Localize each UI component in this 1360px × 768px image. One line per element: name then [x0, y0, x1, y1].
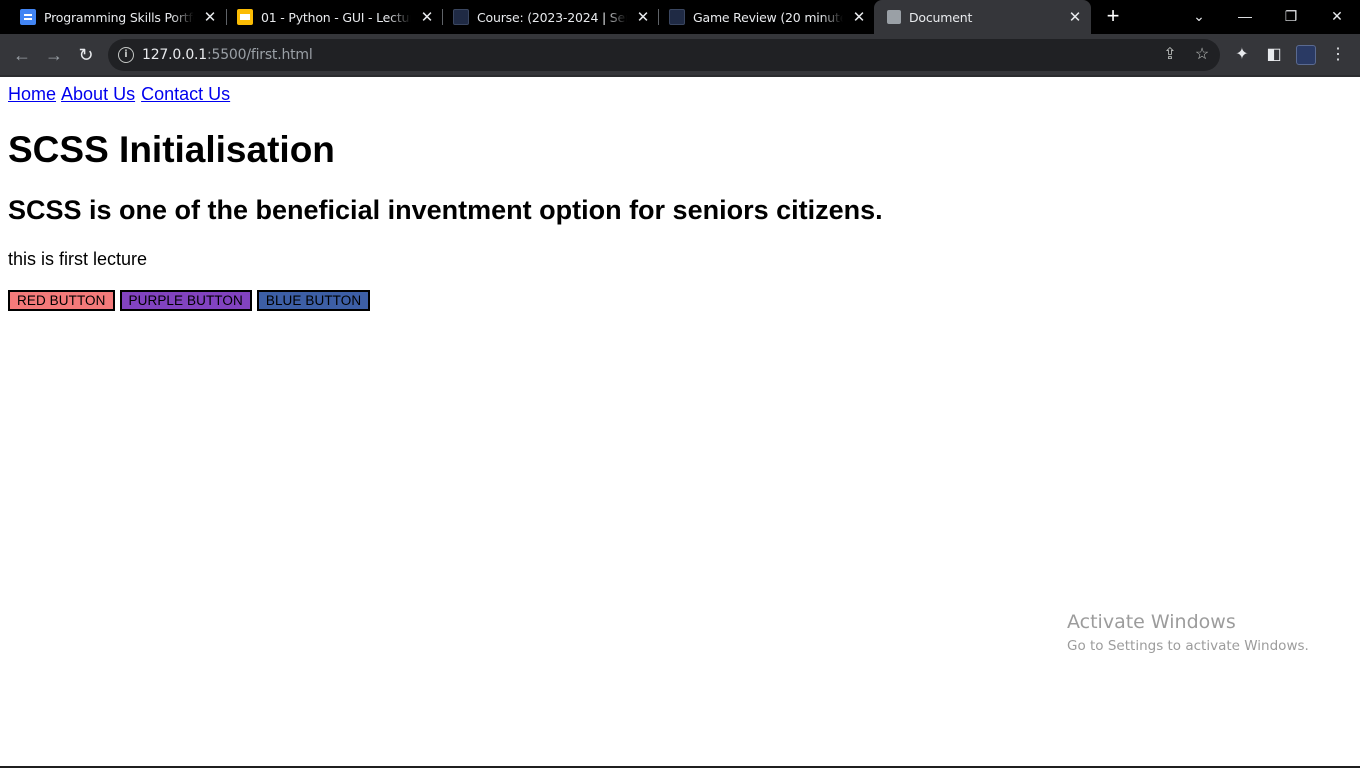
- tab-search-icon[interactable]: ⌄: [1176, 0, 1222, 34]
- tab-title: 01 - Python - GUI - Lecture Notes: [261, 9, 411, 25]
- bookmark-star-icon[interactable]: ☆: [1192, 45, 1212, 65]
- page-content: Home About Us Contact Us SCSS Initialisa…: [0, 77, 1360, 766]
- url-path: :5500/first.html: [207, 47, 313, 63]
- tab-game-review[interactable]: Game Review (20 minutes) | ✕: [649, 0, 875, 34]
- globe-icon: [887, 10, 901, 24]
- blue-button[interactable]: BLUE BUTTON: [256, 290, 371, 311]
- tab-title: Document: [909, 9, 973, 25]
- tab-title: Course: (2023-2024 | Sem 1: [477, 9, 627, 25]
- window-close-icon[interactable]: ✕: [1314, 0, 1360, 34]
- windows-activation-watermark: Activate Windows Go to Settings to activ…: [1067, 610, 1309, 656]
- new-tab-button[interactable]: +: [1101, 5, 1125, 29]
- tab-strip: Programming Skills Portfolio ✕ 01 - Pyth…: [0, 0, 1360, 34]
- side-panel-icon[interactable]: ◧: [1264, 45, 1284, 65]
- browser-toolbar: ← → ↻ i 127.0.0.1:5500/first.html ⇪ ☆ ✦ …: [0, 34, 1360, 76]
- lecture-paragraph: this is first lecture: [8, 249, 148, 269]
- url-host: 127.0.0.1: [142, 47, 207, 63]
- purple-button[interactable]: PURPLE BUTTON: [119, 290, 252, 311]
- tab-python-gui[interactable]: 01 - Python - GUI - Lecture Notes ✕: [217, 0, 443, 34]
- profile-avatar[interactable]: [1296, 45, 1316, 65]
- tab-title: Game Review (20 minutes) |: [693, 9, 843, 25]
- watermark-title: Activate Windows: [1067, 611, 1236, 633]
- back-icon[interactable]: ←: [10, 43, 34, 67]
- menu-kebab-icon[interactable]: ⋮: [1328, 45, 1348, 65]
- tab-programming-skills[interactable]: Programming Skills Portfolio ✕: [0, 0, 226, 34]
- site-info-icon[interactable]: i: [118, 47, 134, 63]
- extensions-icon[interactable]: ✦: [1232, 45, 1252, 65]
- share-icon[interactable]: ⇪: [1160, 45, 1180, 65]
- page-title: SCSS Initialisation: [8, 129, 335, 170]
- address-bar[interactable]: i 127.0.0.1:5500/first.html ⇪ ☆: [108, 39, 1220, 71]
- docs-icon: [20, 9, 36, 25]
- tab-title: Programming Skills Portfolio: [44, 9, 194, 25]
- tab-course[interactable]: Course: (2023-2024 | Sem 1 ✕: [433, 0, 659, 34]
- nav-link-home[interactable]: Home: [8, 84, 56, 104]
- reload-icon[interactable]: ↻: [74, 43, 98, 67]
- watermark-subtitle: Go to Settings to activate Windows.: [1067, 638, 1309, 654]
- thumbnail-icon: [669, 9, 685, 25]
- site-nav: Home About Us Contact Us: [8, 84, 231, 105]
- minimize-icon[interactable]: —: [1222, 0, 1268, 34]
- nav-link-about-us[interactable]: About Us: [61, 84, 135, 104]
- url-text: 127.0.0.1:5500/first.html: [142, 46, 313, 64]
- button-group: RED BUTTON PURPLE BUTTON BLUE BUTTON: [8, 290, 371, 311]
- close-icon[interactable]: ✕: [202, 9, 218, 25]
- thumbnail-icon: [453, 9, 469, 25]
- page-subheading: SCSS is one of the beneficial inventment…: [8, 195, 883, 225]
- nav-link-contact-us[interactable]: Contact Us: [141, 84, 230, 104]
- tab-document[interactable]: Document ✕: [874, 0, 1091, 34]
- close-icon[interactable]: ✕: [851, 9, 867, 25]
- slides-icon: [237, 9, 253, 25]
- red-button[interactable]: RED BUTTON: [8, 290, 115, 311]
- restore-icon[interactable]: ❐: [1268, 0, 1314, 34]
- forward-icon[interactable]: →: [42, 43, 66, 67]
- close-icon[interactable]: ✕: [1067, 9, 1083, 25]
